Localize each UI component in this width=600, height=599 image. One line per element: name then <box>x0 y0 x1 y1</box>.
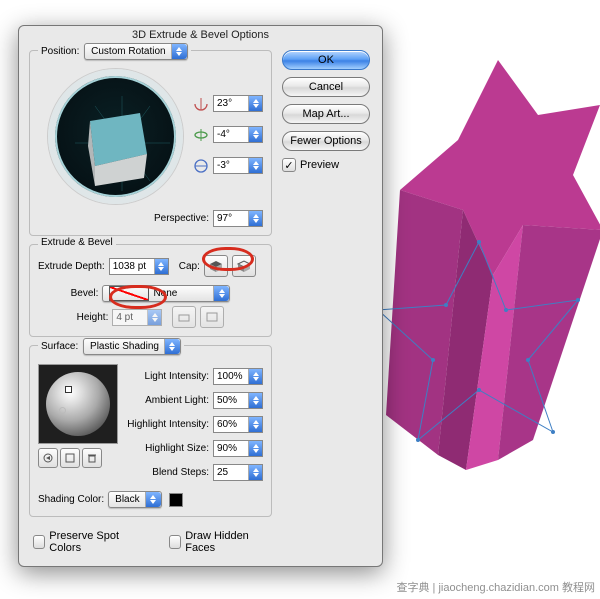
light-new-button[interactable] <box>60 448 80 468</box>
bevel-label: Bevel: <box>71 288 99 299</box>
light-intensity-label: Light Intensity: <box>145 371 209 382</box>
position-label: Position: <box>41 46 79 57</box>
draw-hidden-faces-label: Draw Hidden Faces <box>185 530 268 554</box>
light-delete-button[interactable] <box>82 448 102 468</box>
star-3d-graphic <box>378 55 600 485</box>
preview-checkbox[interactable]: ✓ Preview <box>282 158 372 172</box>
shading-color-swatch[interactable] <box>169 493 183 507</box>
dialog-3d-extrude-bevel: 3D Extrude & Bevel Options Position: Cus… <box>18 25 383 567</box>
section-position: Position: Custom Rotation <box>29 50 272 236</box>
surface-popup[interactable]: Plastic Shading <box>83 338 181 355</box>
ambient-light-label: Ambient Light: <box>145 395 209 406</box>
height-label: Height: <box>77 312 109 323</box>
bevel-in-button[interactable] <box>172 306 196 328</box>
annotation-circle-depth <box>109 285 167 309</box>
ambient-light-input[interactable] <box>213 392 263 409</box>
angle-x-input[interactable] <box>213 95 263 112</box>
bevel-out-button[interactable] <box>200 306 224 328</box>
axis-z-icon <box>193 158 209 174</box>
shading-color-label: Shading Color: <box>38 494 104 505</box>
draw-hidden-faces-checkbox[interactable]: Draw Hidden Faces <box>169 530 268 554</box>
axis-y-icon <box>193 127 209 143</box>
perspective-input[interactable] <box>213 210 263 227</box>
angle-z-input[interactable] <box>213 157 263 174</box>
cap-label: Cap: <box>179 261 200 272</box>
extrude-bevel-title: Extrude & Bevel <box>38 237 116 248</box>
perspective-label: Perspective: <box>154 213 209 224</box>
highlight-intensity-input[interactable] <box>213 416 263 433</box>
rotation-cube-preview[interactable] <box>48 69 183 204</box>
position-popup[interactable]: Custom Rotation <box>84 43 187 60</box>
ok-button[interactable]: OK <box>282 50 370 70</box>
annotation-circle-perspective <box>202 247 254 271</box>
surface-label: Surface: <box>41 341 78 352</box>
fewer-options-button[interactable]: Fewer Options <box>282 131 370 151</box>
light-sphere-preview[interactable] <box>38 364 118 444</box>
extrude-depth-label: Extrude Depth: <box>38 261 105 272</box>
map-art-button[interactable]: Map Art... <box>282 104 370 124</box>
blend-steps-label: Blend Steps: <box>152 467 209 478</box>
highlight-size-input[interactable] <box>213 440 263 457</box>
light-intensity-input[interactable] <box>213 368 263 385</box>
watermark-text: 查字典 | jiaocheng.chazidian.com 教程网 <box>397 579 596 595</box>
preserve-spot-colors-label: Preserve Spot Colors <box>49 530 139 554</box>
highlight-size-label: Highlight Size: <box>145 443 209 454</box>
height-input[interactable] <box>112 309 162 326</box>
preserve-spot-colors-checkbox[interactable]: Preserve Spot Colors <box>33 530 139 554</box>
blend-steps-input[interactable] <box>213 464 263 481</box>
axis-x-icon <box>193 96 209 112</box>
section-surface: Surface: Plastic Shading <box>29 345 272 517</box>
shading-color-popup[interactable]: Black <box>108 491 161 508</box>
cancel-button[interactable]: Cancel <box>282 77 370 97</box>
angle-y-input[interactable] <box>213 126 263 143</box>
preview-label: Preview <box>300 159 339 171</box>
highlight-intensity-label: Highlight Intensity: <box>127 419 209 430</box>
light-back-button[interactable] <box>38 448 58 468</box>
extrude-depth-input[interactable] <box>109 258 169 275</box>
